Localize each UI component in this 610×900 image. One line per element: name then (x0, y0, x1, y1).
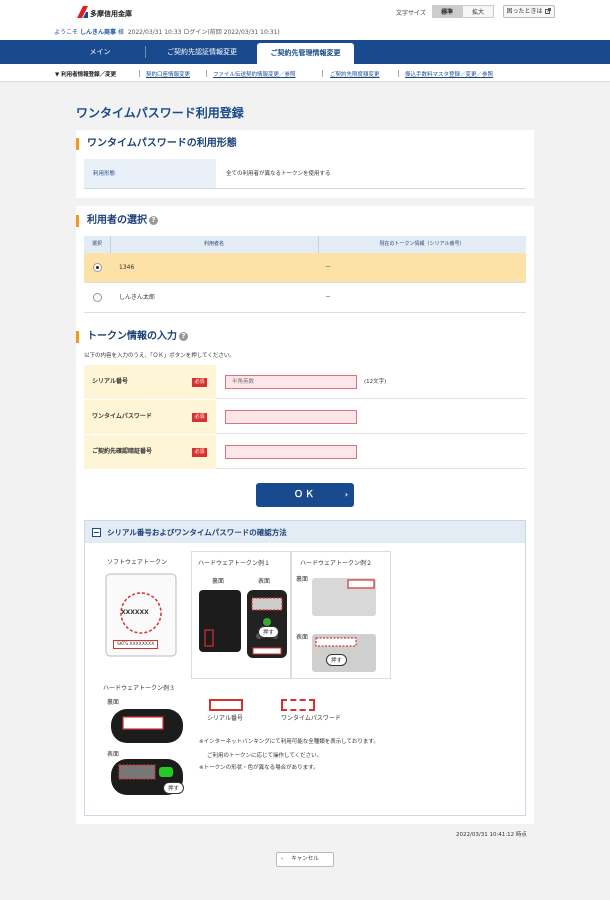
sub-nav: ▼ 利用者情報登録／変更 契約口座情報変更 ファイル伝送契約情報変更／参照 ご契… (0, 64, 610, 82)
token-section-title-text: トークン情報の入力 (87, 331, 177, 342)
login-info: 2022/03/31 10:33 ログイン(前回 2022/03/31 10:3… (127, 29, 280, 36)
subnav-divider (139, 70, 140, 77)
help-button-label: 困ったときは (506, 8, 543, 15)
front-label: 表面 (258, 578, 271, 585)
serial-number-input[interactable] (225, 375, 357, 389)
subnav-divider (206, 70, 207, 77)
tab-contract-management[interactable]: ご契約先管理情報変更 (257, 43, 354, 64)
tab-contract-auth[interactable]: ご契約先認証情報変更 (146, 40, 258, 64)
col-select: 選択 (91, 241, 102, 247)
subnav-fee-master[interactable]: 振込手数料マスタ登録／変更／参照 (405, 70, 493, 78)
software-token-code: XXXXXX (121, 609, 149, 616)
contract-pin-input[interactable] (225, 445, 357, 459)
press-callout: 押す (258, 626, 280, 638)
otp-input[interactable] (225, 410, 357, 424)
user-name: 1346 (119, 264, 135, 271)
token-guide: シリアル番号およびワンタイムパスワードの確認方法 ソフトウェアトークン XXXX… (84, 520, 526, 816)
timestamp: 2022/03/31 10:41:12 時点 (456, 832, 527, 838)
user-section-title-text: 利用者の選択 (87, 215, 147, 226)
usage-section-title: ワンタイムパスワードの利用形態 (76, 138, 237, 150)
welcome-prefix: ようこそ (54, 29, 79, 36)
subnav-user-registration[interactable]: ▼ 利用者情報登録／変更 (55, 70, 116, 78)
pin-row: ご契約先確認暗証番号 必須 (84, 435, 526, 469)
software-token-serial: SKTS XXXXXXXX (113, 640, 159, 649)
chevron-left-icon: ‹ (281, 856, 284, 862)
guide-note-1: ※インターネットバンキングにて利用可能な全種類を表示しております。 (199, 739, 379, 745)
subnav-divider (322, 70, 323, 77)
ok-button[interactable]: ＯＫ › (256, 483, 354, 507)
back-label: 裏面 (212, 578, 225, 585)
ok-button-label: ＯＫ (293, 490, 316, 500)
back-label: 裏面 (107, 699, 120, 706)
hardware-token-3-cell: ハードウェアトークン例３ 裏面 表面 押す (97, 679, 191, 803)
chevron-right-icon: › (344, 490, 348, 499)
font-size-large-button[interactable]: 拡大 (462, 5, 494, 18)
press-callout: 押す (163, 782, 185, 794)
tab-main[interactable]: メイン (56, 40, 144, 64)
help-question-icon[interactable]: ? (149, 216, 158, 225)
token-info: － (325, 264, 332, 271)
software-token-caption: ソフトウェアトークン (107, 559, 168, 566)
usage-label: 利用形態 (84, 159, 216, 189)
help-button[interactable]: 困ったときは (503, 5, 555, 18)
honorific: 様 (117, 29, 124, 36)
table-row[interactable]: しんきん太郎 － (84, 283, 526, 313)
user-name: しんきん太郎 (119, 294, 156, 301)
serial-legend-swatch (209, 699, 243, 711)
token-section-title: トークン情報の入力? (76, 331, 188, 343)
table-row[interactable]: 1346 － (84, 253, 526, 283)
col-user-name: 利用者名 (203, 241, 224, 247)
token-info: － (325, 294, 332, 301)
otp-row: ワンタイムパスワード 必須 (84, 400, 526, 434)
guide-note-2: ご利用のトークンに応じて操作してください。 (207, 753, 323, 759)
page-title: ワンタイムパスワード利用登録 (76, 106, 244, 120)
legend-serial-label: シリアル番号 (207, 715, 243, 722)
back-label: 裏面 (296, 576, 309, 583)
font-size-label: 文字サイズ (396, 10, 426, 17)
subnav-account-info[interactable]: 契約口座情報変更 (146, 70, 190, 78)
token-instruction: 以下の内容を入力のうえ、「ＯＫ」ボタンを押してください。 (84, 353, 235, 359)
hardware-token-3-caption: ハードウェアトークン例３ (103, 685, 176, 692)
top-header: 多摩信用金庫 ようこそ しんきん商事 様 2022/03/31 10:33 ログ… (0, 0, 610, 40)
company-name: しんきん商事 (79, 29, 116, 36)
usage-value: 全ての利用者が異なるトークンを使用する (216, 159, 526, 189)
welcome-message: ようこそ しんきん商事 様 2022/03/31 10:33 ログイン(前回 2… (54, 27, 280, 36)
bank-logo-icon (77, 6, 88, 18)
user-section-title: 利用者の選択? (76, 215, 158, 227)
main-nav: メイン ご契約先認証情報変更 ご契約先管理情報変更 (0, 40, 610, 64)
required-badge: 必須 (192, 413, 207, 422)
hardware-token-1-caption: ハードウェアトークン例１ (198, 560, 271, 567)
otp-legend-swatch (281, 699, 315, 711)
subnav-limit[interactable]: ご契約先限度額変更 (330, 70, 380, 78)
guide-title: シリアル番号およびワンタイムパスワードの確認方法 (107, 528, 287, 537)
front-label: 表面 (296, 634, 309, 641)
legend-otp-label: ワンタイムパスワード (281, 715, 341, 722)
guide-header[interactable]: シリアル番号およびワンタイムパスワードの確認方法 (85, 521, 525, 543)
subnav-divider (398, 70, 399, 77)
hardware-token-2-cell: ハードウェアトークン例２ 裏面 表面 押す (291, 551, 391, 679)
user-radio[interactable] (93, 293, 102, 302)
hardware-token-1-illustration (199, 590, 287, 658)
hardware-token-2-caption: ハードウェアトークン例２ (300, 560, 373, 567)
external-link-icon (545, 8, 552, 14)
cancel-button-label: キャンセル (291, 856, 319, 862)
user-radio[interactable] (93, 263, 102, 272)
subnav-file-transfer[interactable]: ファイル伝送契約情報変更／参照 (213, 70, 296, 78)
user-table-header: 選択 利用者名 現在のトークン情報（シリアル番号） (84, 236, 526, 253)
serial-number-row: シリアル番号 必須 (12文字) (84, 365, 526, 399)
hardware-token-1-cell: ハードウェアトークン例１ 裏面 表面 押す (191, 551, 291, 679)
required-badge: 必須 (192, 378, 207, 387)
col-token-info: 現在のトークン情報（シリアル番号） (379, 241, 465, 247)
collapse-icon[interactable] (92, 528, 101, 537)
guide-note-3: ※トークンの形状・色が異なる場合があります。 (199, 765, 319, 771)
press-callout: 押す (326, 654, 348, 666)
software-token-cell: ソフトウェアトークン XXXXXX SKTS XXXXXXXX (97, 551, 189, 679)
cancel-button[interactable]: ‹ キャンセル (276, 852, 334, 867)
field-hint: (12文字) (364, 379, 387, 385)
bank-name: 多摩信用金庫 (90, 10, 132, 18)
required-badge: 必須 (192, 448, 207, 457)
help-question-icon[interactable]: ? (179, 332, 188, 341)
subnav-label: 利用者情報登録／変更 (61, 72, 117, 78)
font-size-standard-button[interactable]: 標準 (432, 5, 462, 18)
